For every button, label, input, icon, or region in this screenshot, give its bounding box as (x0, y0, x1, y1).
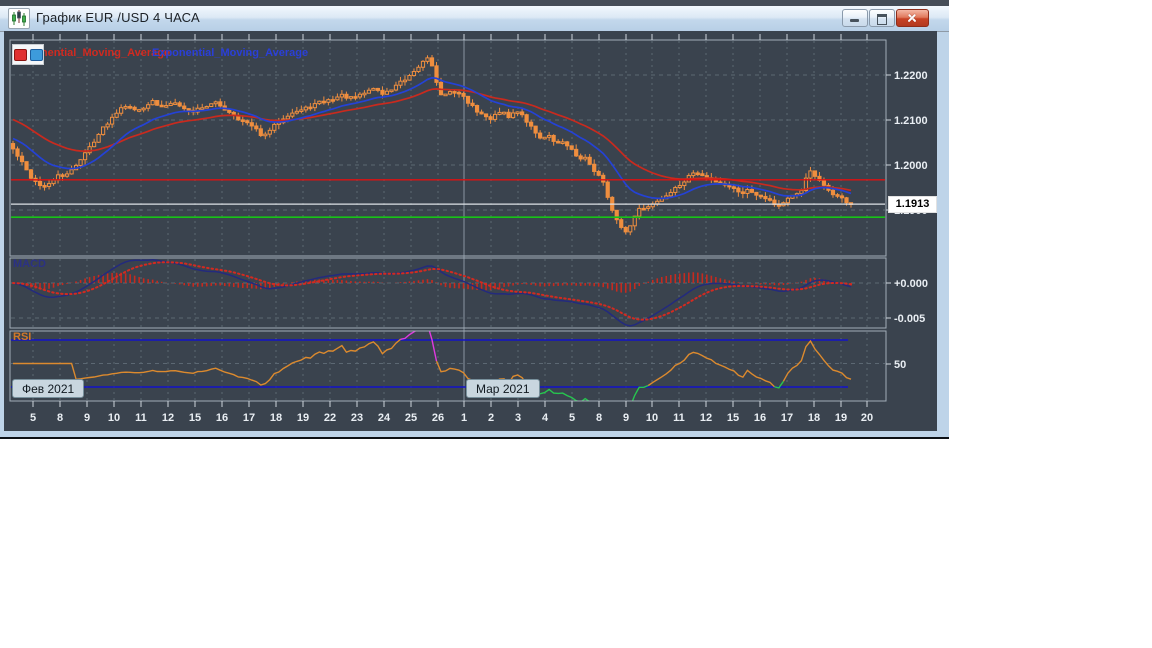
x-axis-label: 24 (378, 412, 391, 424)
x-axis-label: 9 (84, 412, 90, 424)
x-axis-label: 17 (243, 412, 255, 424)
macd-signal-line (12, 261, 852, 321)
ema-slow-line (12, 88, 852, 192)
window-bottom-border (0, 431, 949, 439)
x-axis-label: 4 (542, 412, 549, 424)
desktop: График EUR /USD 4 ЧАСА 5 8 9 10 11 12 15 16 17 18… (0, 0, 1152, 648)
x-axis-label: 8 (57, 412, 63, 424)
close-button[interactable] (896, 9, 929, 27)
y-axis-label: 1.2200 (894, 70, 928, 82)
y-axis-label: 50 (894, 359, 906, 371)
minimize-button[interactable] (842, 9, 868, 27)
x-axis-label: 19 (835, 412, 847, 424)
x-axis-label: 20 (861, 412, 873, 424)
rsi-panel-label: RSI (13, 331, 32, 343)
minimize-icon (850, 19, 859, 22)
blue-indicator-button[interactable] (29, 48, 43, 61)
macd-panel-label: MACD (13, 258, 46, 270)
red-indicator-button[interactable] (13, 48, 27, 61)
x-axis-label: 16 (216, 412, 228, 424)
x-axis-label: 1 (461, 412, 467, 424)
app-icon[interactable] (8, 8, 30, 29)
x-axis-label: 10 (646, 412, 658, 424)
x-axis-label: 12 (700, 412, 712, 424)
x-axis-label: 5 (569, 412, 575, 424)
y-axis-label: 1.2100 (894, 115, 928, 127)
x-axis-label: 25 (405, 412, 417, 424)
x-axis-label: 23 (351, 412, 363, 424)
y-axis-label: -0.005 (894, 313, 925, 325)
maximize-button[interactable] (869, 9, 895, 27)
title-bar[interactable]: График EUR /USD 4 ЧАСА (0, 6, 949, 32)
x-axis-label: 15 (189, 412, 201, 424)
window-title: График EUR /USD 4 ЧАСА (36, 10, 200, 25)
x-axis-label: 19 (297, 412, 309, 424)
x-axis-label: 12 (162, 412, 174, 424)
macd-line (12, 259, 852, 327)
y-axis-label: +0.000 (894, 278, 928, 290)
x-axis-label: 5 (30, 412, 36, 424)
x-axis-label: 18 (808, 412, 820, 424)
x-axis-label: 11 (673, 412, 685, 424)
x-axis-label: 22 (324, 412, 336, 424)
month-label-feb: Фев 2021 (12, 379, 85, 398)
macd-panel-series (12, 259, 852, 327)
x-axis-label: 18 (270, 412, 282, 424)
legend-ema-blue-label: Exponential_Moving_Average (152, 47, 309, 59)
axes: 5 8 9 10 11 12 15 16 17 18 19 22 23 24 25 26 1 2 3 4 5 8 9 10 11… (30, 34, 928, 424)
price-levels (11, 179, 885, 218)
x-axis-label: 9 (623, 412, 629, 424)
close-icon (906, 13, 918, 23)
chart-canvas[interactable]: 5 8 9 10 11 12 15 16 17 18 19 22 23 24 25 26 1 2 3 4 5 8 9 10 11… (4, 31, 937, 431)
x-axis-label: 15 (727, 412, 739, 424)
indicator-buttons (12, 44, 44, 65)
x-axis-label: 10 (108, 412, 120, 424)
x-axis-label: 17 (781, 412, 793, 424)
candlestick-series (10, 54, 854, 236)
current-price-label: 1.1913 (888, 196, 937, 213)
x-axis-label: 2 (488, 412, 494, 424)
x-axis-label: 16 (754, 412, 766, 424)
x-axis-label: 8 (596, 412, 602, 424)
month-label-mar: Мар 2021 (466, 379, 540, 398)
x-axis-label: 11 (135, 412, 147, 424)
rsi-panel-border (9, 330, 887, 402)
maximize-icon (877, 14, 887, 25)
chart-window: График EUR /USD 4 ЧАСА 5 8 9 10 11 12 15 16 17 18… (0, 0, 949, 439)
y-axis-label: 1.2000 (894, 160, 928, 172)
x-axis-label: 26 (432, 412, 444, 424)
x-axis-label: 3 (515, 412, 521, 424)
chart-client-area: 5 8 9 10 11 12 15 16 17 18 19 22 23 24 25 26 1 2 3 4 5 8 9 10 11… (4, 31, 937, 431)
